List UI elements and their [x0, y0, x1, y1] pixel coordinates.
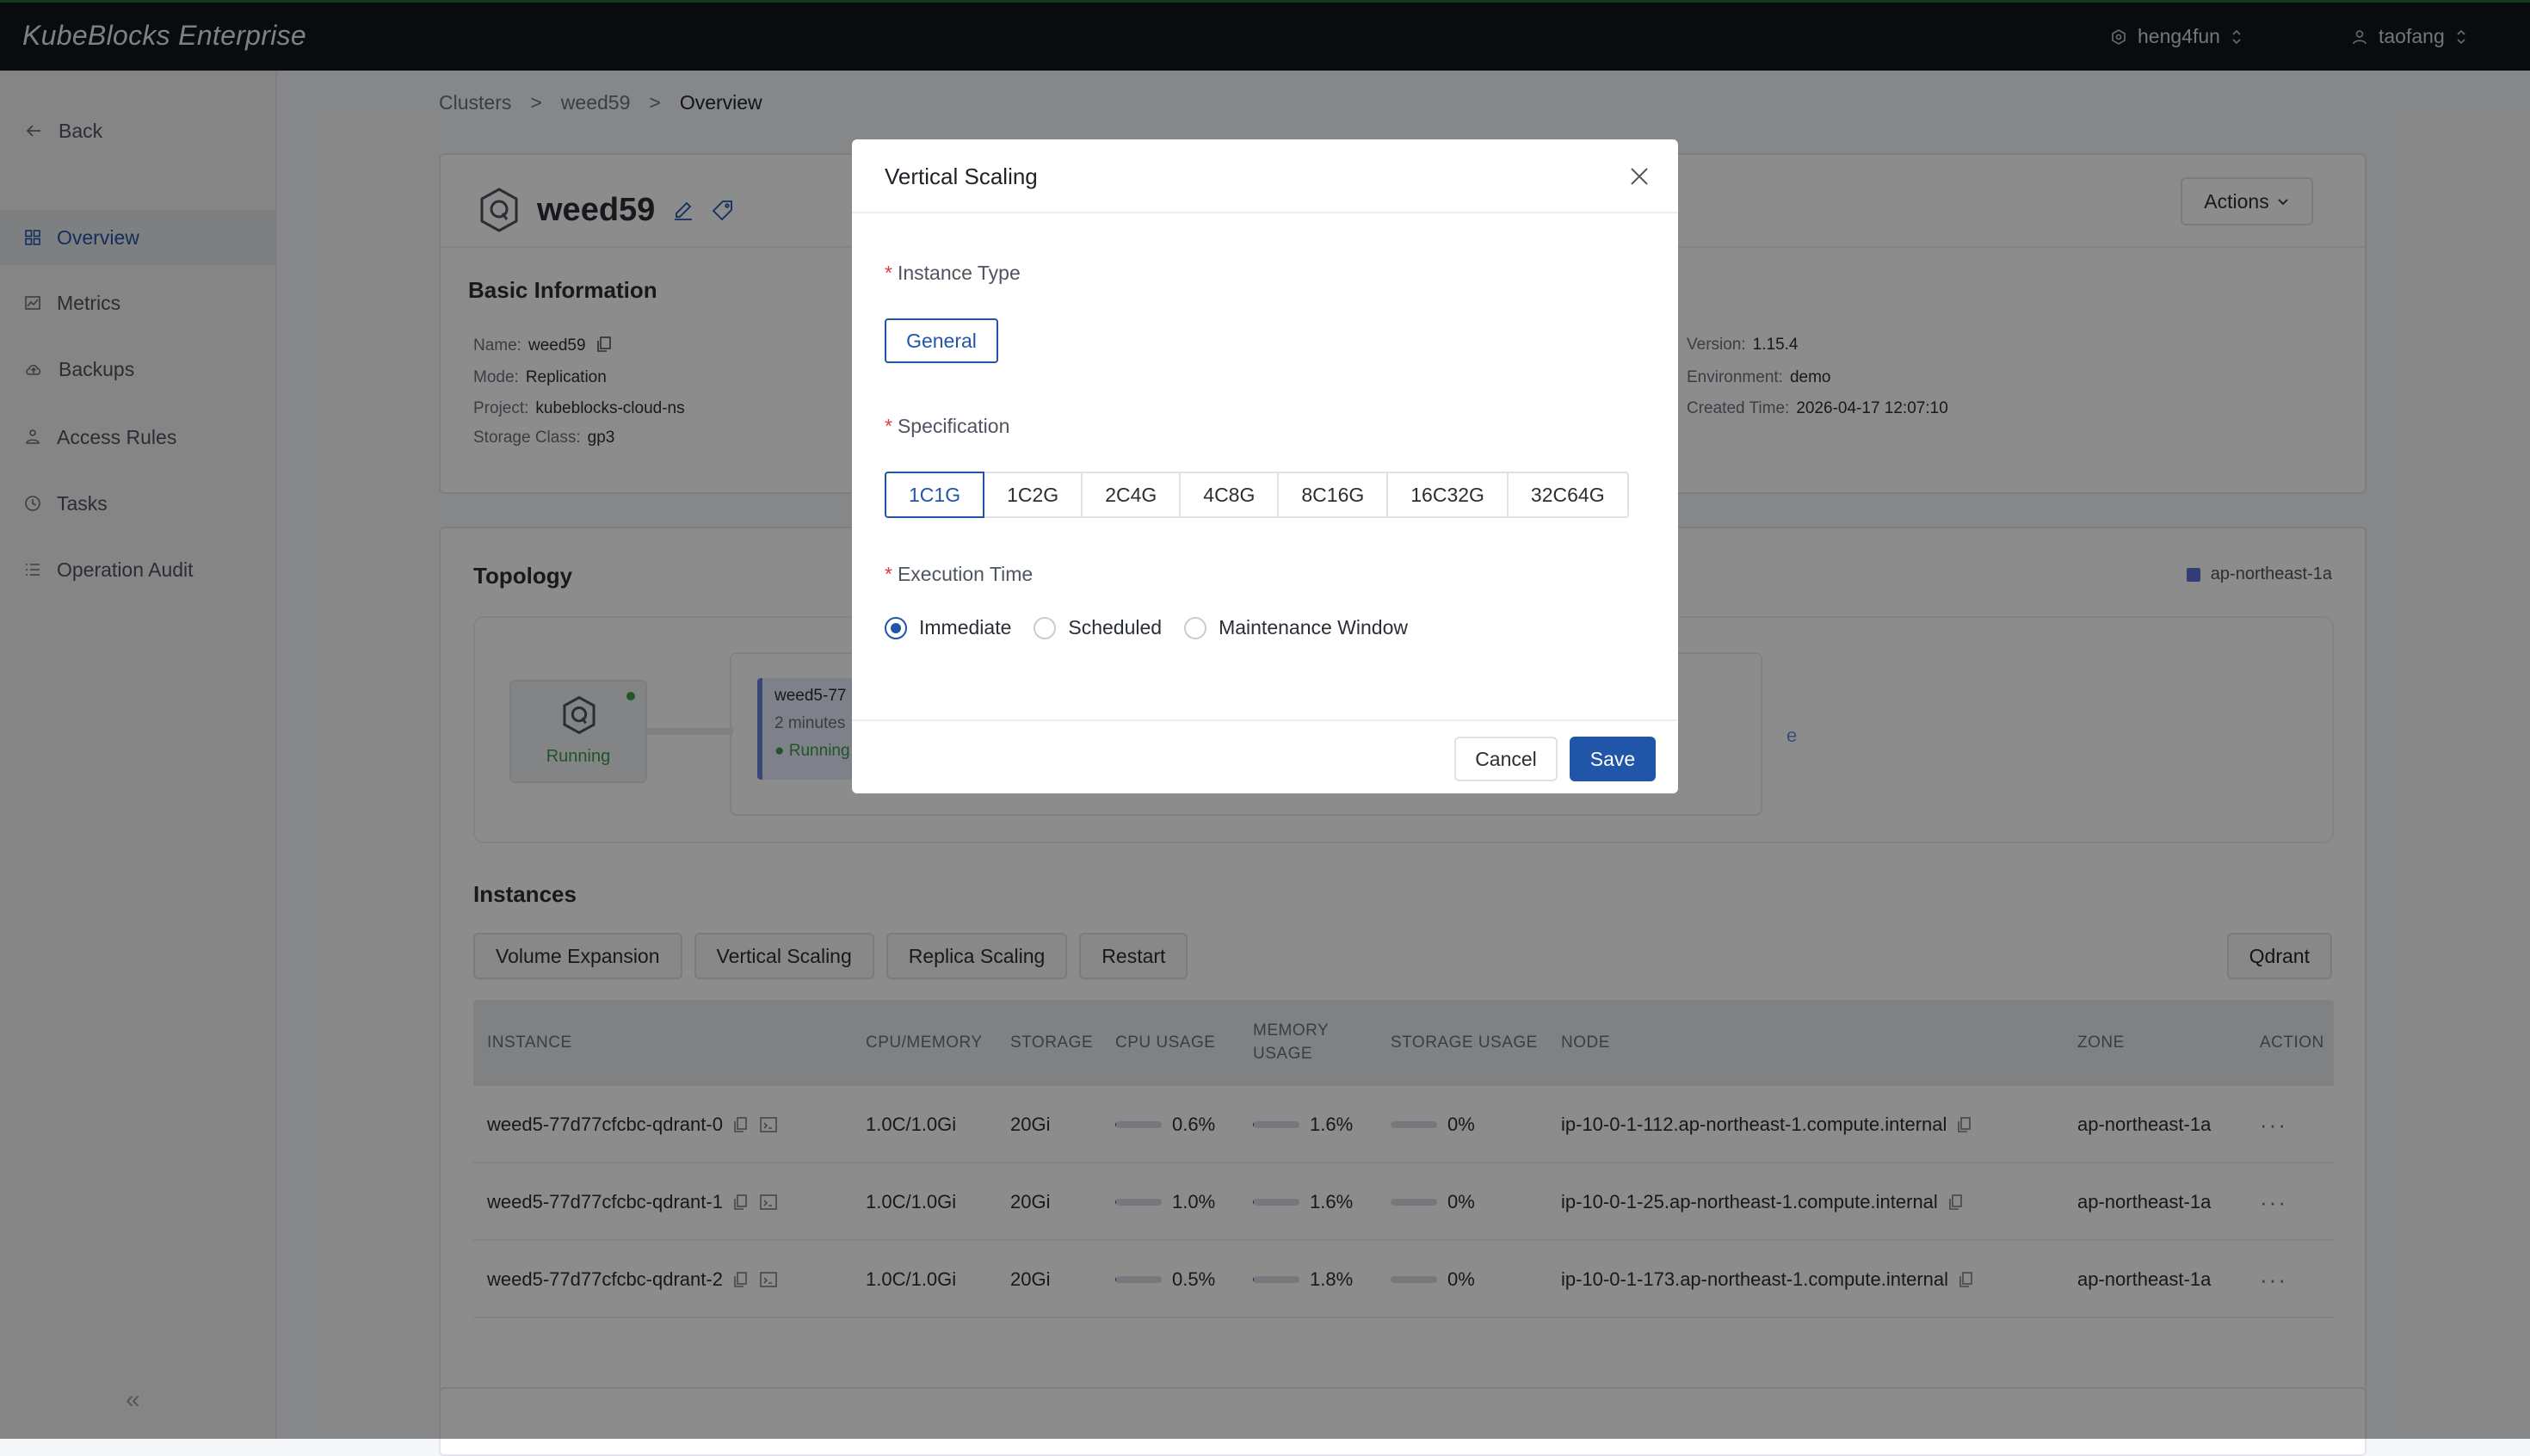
- spec-option-2c4g[interactable]: 2C4G: [1081, 472, 1182, 518]
- instance-type-general[interactable]: General: [885, 318, 998, 363]
- radio-circle[interactable]: [885, 616, 907, 639]
- dialog-footer-divider: [852, 719, 1678, 721]
- spec-option-16c32g[interactable]: 16C32G: [1386, 472, 1509, 518]
- vertical-scaling-dialog: Vertical Scaling * Instance Type General …: [852, 139, 1678, 793]
- spec-option-4c8g[interactable]: 4C8G: [1179, 472, 1280, 518]
- close-icon[interactable]: [1625, 162, 1654, 191]
- radio-circle[interactable]: [1184, 616, 1207, 639]
- execution-time-group: Immediate Scheduled Maintenance Window: [885, 616, 1408, 639]
- specification-label: * Specification: [885, 415, 1010, 437]
- spec-option-1c1g[interactable]: 1C1G: [885, 472, 985, 518]
- radio-scheduled[interactable]: Scheduled: [1034, 616, 1162, 639]
- specification-selector: 1C1G 1C2G 2C4G 4C8G 8C16G 16C32G 32C64G: [885, 472, 1629, 518]
- spec-option-8c16g[interactable]: 8C16G: [1277, 472, 1389, 518]
- radio-circle[interactable]: [1034, 616, 1057, 639]
- dialog-title: Vertical Scaling: [885, 163, 1038, 189]
- radio-immediate[interactable]: Immediate: [885, 616, 1011, 639]
- radio-maintenance-window[interactable]: Maintenance Window: [1184, 616, 1408, 639]
- cancel-button[interactable]: Cancel: [1454, 737, 1558, 781]
- execution-time-label: * Execution Time: [885, 563, 1034, 585]
- save-button[interactable]: Save: [1570, 737, 1656, 781]
- instance-type-label: * Instance Type: [885, 262, 1021, 284]
- spec-option-1c2g[interactable]: 1C2G: [983, 472, 1083, 518]
- spec-option-32c64g[interactable]: 32C64G: [1506, 472, 1629, 518]
- dialog-header: Vertical Scaling: [852, 139, 1678, 213]
